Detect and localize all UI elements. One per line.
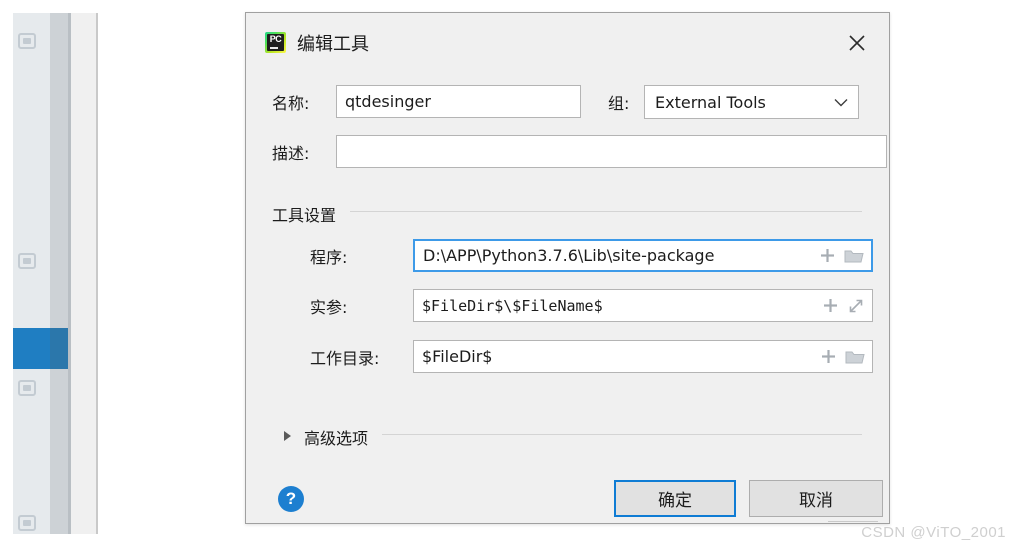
folder-icon[interactable]	[845, 349, 865, 365]
arguments-label: 实参:	[310, 297, 348, 317]
triangle-right-icon[interactable]	[284, 431, 291, 441]
name-input-value: qtdesinger	[345, 92, 431, 111]
background-panel	[71, 13, 96, 534]
description-label: 描述:	[272, 143, 310, 163]
program-label: 程序:	[310, 247, 348, 267]
advanced-options-label[interactable]: 高级选项	[304, 425, 369, 449]
plus-icon[interactable]	[820, 348, 837, 365]
background-scrollbar-track[interactable]	[50, 13, 68, 534]
pycharm-icon-text: PC	[269, 34, 282, 44]
ok-button[interactable]: 确定	[614, 480, 736, 517]
window-icon[interactable]	[18, 515, 36, 531]
group-select[interactable]: External Tools	[644, 85, 859, 119]
arguments-input-icons	[822, 290, 865, 321]
background-selected-row[interactable]	[13, 328, 50, 369]
name-row: 名称: qtdesinger	[272, 85, 581, 118]
group-row: 组: External Tools	[608, 85, 859, 119]
workdir-row: 工作目录: $FileDir$	[310, 340, 873, 373]
advanced-options-line	[382, 434, 862, 435]
name-label: 名称:	[272, 93, 310, 113]
close-icon[interactable]	[839, 27, 875, 59]
arguments-row: 实参: $FileDir$\$FileName$	[310, 289, 873, 322]
program-row: 程序: D:\APP\Python3.7.6\Lib\site-package	[310, 239, 873, 272]
watermark: CSDN @ViTO_2001	[861, 524, 1006, 541]
program-input-value: D:\APP\Python3.7.6\Lib\site-package	[423, 246, 715, 265]
program-input[interactable]: D:\APP\Python3.7.6\Lib\site-package	[413, 239, 873, 272]
workdir-label: 工作目录:	[310, 348, 380, 368]
workdir-input-icons	[820, 341, 865, 372]
arguments-input-value: $FileDir$\$FileName$	[422, 296, 603, 315]
tool-settings-group-title: 工具设置	[272, 202, 337, 226]
description-input[interactable]	[336, 135, 887, 168]
tool-settings-group-line	[350, 211, 862, 212]
group-label: 组:	[608, 94, 630, 113]
chevron-down-icon	[834, 98, 848, 106]
plus-icon[interactable]	[819, 247, 836, 264]
expand-icon[interactable]	[847, 297, 865, 315]
help-icon[interactable]: ?	[278, 486, 304, 512]
watermark-strike	[828, 521, 878, 522]
window-icon[interactable]	[18, 380, 36, 396]
arguments-input[interactable]: $FileDir$\$FileName$	[413, 289, 873, 322]
plus-icon[interactable]	[822, 297, 839, 314]
workdir-input-value: $FileDir$	[422, 347, 493, 366]
window-icon[interactable]	[18, 253, 36, 269]
folder-icon[interactable]	[844, 248, 864, 264]
dialog-titlebar: PC 编辑工具	[246, 13, 889, 69]
workdir-input[interactable]: $FileDir$	[413, 340, 873, 373]
cancel-button[interactable]: 取消	[749, 480, 883, 517]
window-icon[interactable]	[18, 33, 36, 49]
background-sidebar	[13, 13, 50, 534]
background-selected-row-scroll-overlay	[50, 328, 68, 369]
background-panel-divider	[96, 13, 98, 534]
group-select-value: External Tools	[655, 92, 766, 112]
name-input[interactable]: qtdesinger	[336, 85, 581, 118]
program-input-icons	[819, 241, 864, 270]
description-row: 描述:	[272, 135, 887, 168]
edit-tool-dialog: PC 编辑工具 名称: qtdesinger 组: External Tools	[245, 12, 890, 524]
pycharm-icon-dash	[270, 47, 278, 49]
pycharm-icon: PC	[265, 32, 286, 53]
dialog-title: 编辑工具	[297, 34, 369, 55]
